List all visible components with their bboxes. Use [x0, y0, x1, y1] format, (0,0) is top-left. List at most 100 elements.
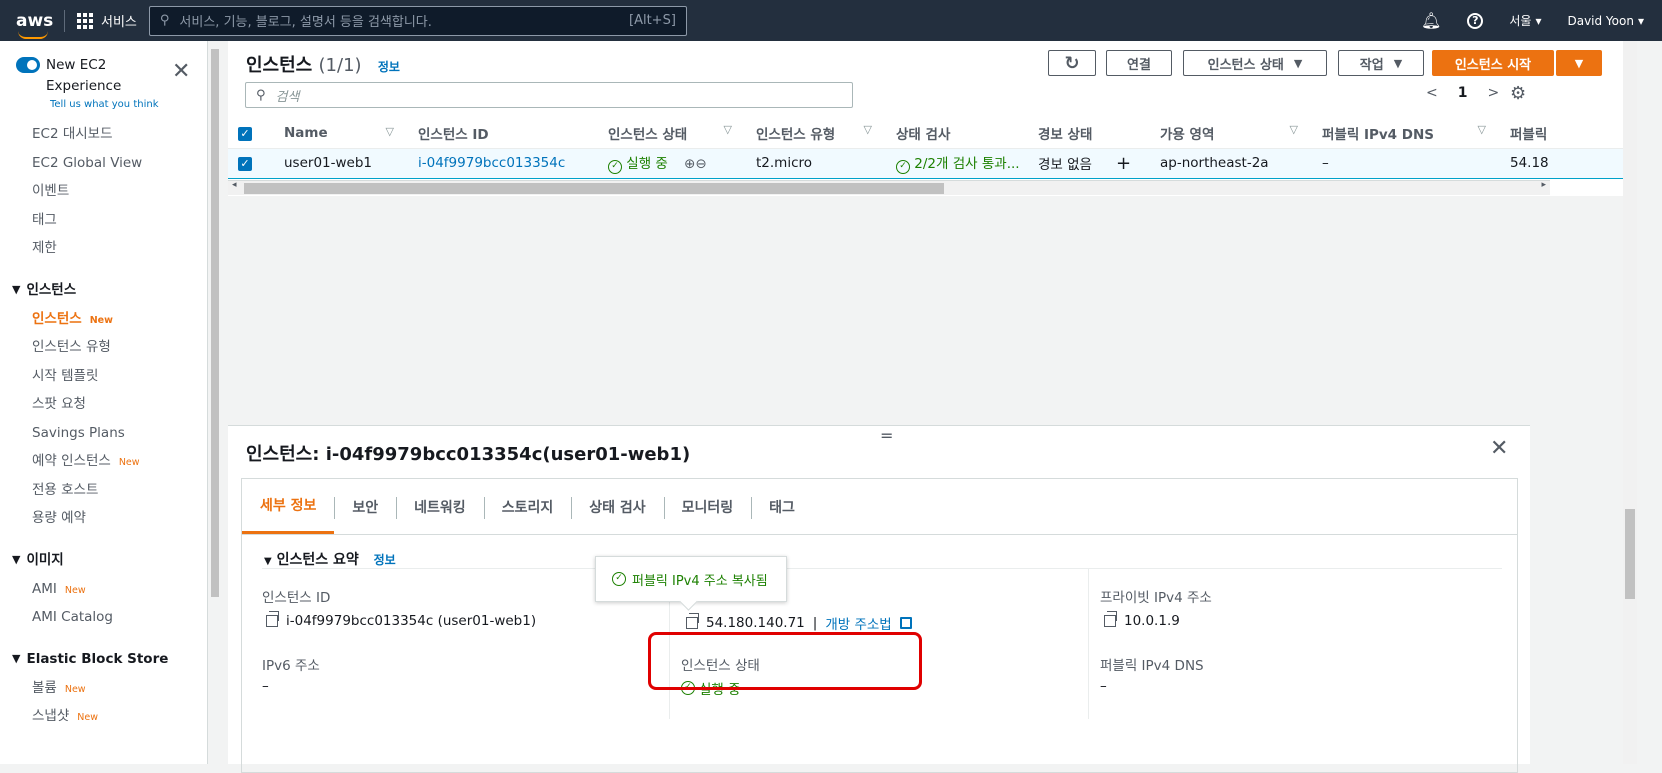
actions-button[interactable]: 작업 ▼	[1338, 50, 1424, 76]
cell-alarm: 경보 없음 +	[1028, 147, 1150, 179]
page-scrollbar[interactable]	[1623, 41, 1637, 764]
select-all-checkbox[interactable]: ✓	[228, 118, 274, 149]
check-circle-icon: ✓	[608, 160, 622, 174]
sidebar-item-launch-templates[interactable]: 시작 템플릿	[0, 362, 207, 391]
pagination: < 1 >	[1426, 85, 1499, 101]
sidebar-item-spot-requests[interactable]: 스팟 요청	[0, 390, 207, 419]
bell-icon[interactable]: 🔔︎	[1421, 11, 1441, 30]
column-header[interactable]: 가용 영역 ▽	[1150, 118, 1312, 149]
prev-page-icon[interactable]: <	[1426, 85, 1438, 101]
horizontal-scrollbar[interactable]: ◂ ▸	[228, 180, 1550, 195]
tab-details[interactable]: 세부 정보	[242, 479, 335, 534]
next-page-icon[interactable]: >	[1487, 85, 1499, 101]
sidebar-item-global-view[interactable]: EC2 Global View	[0, 149, 207, 178]
tab-networking[interactable]: 네트워킹	[396, 479, 484, 534]
sidebar-section-instances[interactable]: ▼ 인스턴스	[0, 275, 207, 305]
sidebar-item-instances[interactable]: 인스턴스 New	[0, 305, 207, 334]
open-address-link[interactable]: 개방 주소법	[825, 613, 891, 633]
detail-title: 인스턴스: i-04f9979bcc013354c(user01-web1)	[246, 444, 691, 465]
column-header[interactable]: 퍼블릭	[1500, 118, 1630, 149]
page-number[interactable]: 1	[1458, 85, 1468, 101]
info-link[interactable]: 정보	[378, 60, 400, 74]
copy-icon[interactable]	[266, 611, 279, 627]
highlight-box	[648, 632, 922, 690]
close-icon[interactable]: ✕	[172, 59, 190, 84]
check-circle-icon: ✓	[612, 572, 626, 586]
ipv6-label: IPv6 주소	[262, 658, 320, 674]
refresh-icon: ↻	[1064, 52, 1080, 74]
connect-button[interactable]: 연결	[1106, 50, 1172, 76]
sidebar-item-ami-catalog[interactable]: AMI Catalog	[0, 603, 207, 632]
tab-status-checks[interactable]: 상태 검사	[571, 479, 663, 534]
aws-logo[interactable]: aws	[0, 11, 56, 39]
info-link[interactable]: 정보	[374, 553, 396, 567]
caret-down-icon: ▼	[1393, 56, 1403, 70]
column-header[interactable]: 인스턴스 상태 ▽	[598, 118, 746, 149]
sidebar-item-reserved-instances[interactable]: 예약 인스턴스 New	[0, 447, 207, 476]
launch-instances-button[interactable]: 인스턴스 시작	[1432, 50, 1554, 76]
feedback-link[interactable]: Tell us what you think	[0, 99, 207, 110]
column-header[interactable]: 퍼블릭 IPv4 DNS ▽	[1312, 118, 1500, 149]
sidebar-item-ec2-dashboard[interactable]: EC2 대시보드	[0, 120, 207, 149]
services-menu[interactable]: 서비스	[77, 11, 137, 30]
instance-summary-header[interactable]: ▼ 인스턴스 요약 정보	[264, 549, 396, 569]
sidebar-item-volumes[interactable]: 볼륨 New	[0, 674, 207, 703]
sidebar-item-capacity-reservations[interactable]: 용량 예약	[0, 504, 207, 533]
table-row[interactable]: ✓ user01-web1 i-04f9979bcc013354c ✓ 실행 중…	[228, 147, 1630, 179]
zoom-icons[interactable]: ⊕⊖	[684, 156, 707, 172]
column-header[interactable]: 경보 상태	[1028, 118, 1150, 149]
close-icon[interactable]: ✕	[1490, 436, 1508, 461]
global-search-input[interactable]: ⚲ 서비스, 기능, 블로그, 설명서 등을 검색합니다. [Alt+S]	[148, 5, 687, 36]
column-header[interactable]: 인스턴스 ID	[408, 118, 598, 149]
column-header[interactable]: 상태 검사	[886, 118, 1028, 149]
gear-icon[interactable]: ⚙	[1510, 83, 1526, 104]
tab-security[interactable]: 보안	[334, 479, 396, 534]
sidebar: New EC2 Experience Tell us what you thin…	[0, 41, 208, 764]
region-selector[interactable]: 서울	[1509, 12, 1541, 29]
caret-down-icon: ▼	[12, 282, 21, 296]
refresh-button[interactable]: ↻	[1048, 50, 1096, 76]
sidebar-item-tags[interactable]: 태그	[0, 206, 207, 235]
help-icon[interactable]: ?	[1467, 12, 1484, 29]
instance-id-value: i-04f9979bcc013354c (user01-web1)	[266, 611, 536, 629]
cell-state: ✓ 실행 중 ⊕⊖	[598, 147, 746, 179]
sidebar-item-dedicated-hosts[interactable]: 전용 호스트	[0, 476, 207, 505]
grid-icon	[77, 12, 93, 29]
public-dns-value: –	[1100, 678, 1107, 694]
new-experience-toggle[interactable]	[16, 57, 40, 73]
private-ip-label: 프라이빗 IPv4 주소	[1100, 590, 1212, 606]
public-dns-label: 퍼블릭 IPv4 DNS	[1100, 658, 1204, 674]
tab-storage[interactable]: 스토리지	[483, 479, 572, 534]
row-checkbox[interactable]: ✓	[228, 147, 274, 179]
sidebar-item-events[interactable]: 이벤트	[0, 177, 207, 206]
column-header[interactable]: 인스턴스 유형 ▽	[746, 118, 886, 149]
instance-state-button[interactable]: 인스턴스 상태 ▼	[1183, 50, 1327, 76]
caret-down-icon: ▼	[1574, 56, 1584, 70]
sidebar-item-snapshots[interactable]: 스냅샷 New	[0, 702, 207, 731]
sidebar-section-ebs[interactable]: ▼ Elastic Block Store	[0, 644, 207, 674]
sidebar-item-savings-plans[interactable]: Savings Plans	[0, 419, 207, 448]
plus-icon[interactable]: +	[1116, 153, 1131, 174]
sidebar-item-instance-types[interactable]: 인스턴스 유형	[0, 333, 207, 362]
copy-icon[interactable]	[686, 613, 699, 629]
instance-id-link[interactable]: i-04f9979bcc013354c	[418, 155, 565, 171]
column-header[interactable]: Name ▽	[274, 118, 408, 149]
tab-tags[interactable]: 태그	[751, 479, 813, 534]
sidebar-item-limits[interactable]: 제한	[0, 234, 207, 263]
instances-table: ✓ Name ▽ 인스턴스 ID 인스턴스 상태 ▽ 인스턴스 유형 ▽ 상태 검사 …	[228, 118, 1630, 179]
caret-down-icon: ▼	[1293, 56, 1303, 70]
resize-handle[interactable]: =	[880, 426, 893, 445]
cell-dns: –	[1312, 147, 1500, 179]
sidebar-item-ami[interactable]: AMI New	[0, 575, 207, 604]
filter-input[interactable]: ⚲ 검색	[245, 82, 853, 108]
external-link-icon	[899, 617, 912, 629]
launch-dropdown-button[interactable]: ▼	[1556, 50, 1602, 76]
instances-panel: 인스턴스 (1/1) 정보 ↻ 연결 인스턴스 상태 ▼ 작업 ▼ 인스턴스 시작 …	[228, 41, 1630, 196]
copy-icon[interactable]	[1104, 611, 1117, 627]
sidebar-section-images[interactable]: ▼ 이미지	[0, 545, 207, 575]
tab-monitoring[interactable]: 모니터링	[663, 479, 752, 534]
sidebar-scrollbar[interactable]	[208, 41, 222, 764]
user-menu[interactable]: David Yoon	[1567, 14, 1644, 28]
caret-down-icon: ▼	[12, 552, 21, 566]
top-navigation: aws 서비스 ⚲ 서비스, 기능, 블로그, 설명서 등을 검색합니다. [A…	[0, 0, 1662, 41]
